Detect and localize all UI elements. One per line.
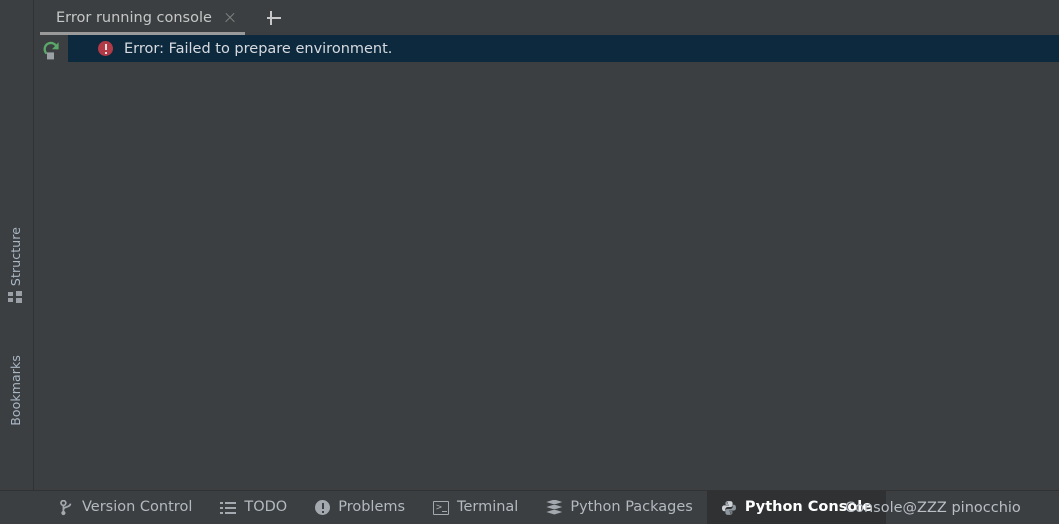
status-item-python-console-label: Python Console bbox=[744, 499, 873, 516]
left-tool-strip: Structure Bookmarks bbox=[0, 0, 34, 490]
console-output[interactable]: Error: Failed to prepare environment. bbox=[68, 35, 1059, 490]
python-icon bbox=[721, 500, 737, 516]
sidebar-item-bookmarks-label: Bookmarks bbox=[7, 355, 23, 426]
terminal-icon bbox=[433, 500, 450, 516]
todo-list-icon bbox=[220, 500, 237, 516]
status-item-todo-label: TODO bbox=[244, 499, 288, 516]
status-item-problems[interactable]: Problems bbox=[301, 491, 419, 524]
tab-label: Error running console bbox=[56, 9, 212, 26]
problems-icon bbox=[315, 500, 331, 515]
status-item-python-console[interactable]: Python Console bbox=[706, 491, 887, 524]
ide-window: Structure Bookmarks Error running consol… bbox=[0, 0, 1059, 524]
branch-icon bbox=[60, 499, 74, 516]
tab-error-running-console[interactable]: Error running console bbox=[34, 1, 245, 35]
rerun-icon[interactable] bbox=[40, 39, 62, 61]
sidebar-item-structure-label: Structure bbox=[7, 227, 23, 287]
status-item-version-control-label: Version Control bbox=[82, 499, 193, 516]
plus-icon[interactable] bbox=[263, 7, 285, 29]
status-item-terminal-label: Terminal bbox=[457, 499, 519, 516]
status-item-terminal[interactable]: Terminal bbox=[419, 491, 532, 524]
console-error-text: Error: Failed to prepare environment. bbox=[124, 40, 393, 57]
console-gutter bbox=[34, 35, 68, 490]
sidebar-item-structure[interactable]: Structure bbox=[0, 222, 32, 309]
status-item-python-packages[interactable]: Python Packages bbox=[532, 491, 707, 524]
error-icon bbox=[98, 41, 113, 56]
structure-icon bbox=[8, 291, 24, 307]
bookmark-icon bbox=[8, 431, 24, 447]
status-item-problems-label: Problems bbox=[338, 499, 406, 516]
ide-main-area: Structure Bookmarks Error running consol… bbox=[0, 0, 1059, 490]
close-icon[interactable] bbox=[223, 11, 237, 25]
console-body: Error: Failed to prepare environment. bbox=[34, 35, 1059, 490]
sidebar-item-bookmarks[interactable]: Bookmarks bbox=[0, 350, 32, 449]
status-bar: Version Control TODO Problems Terminal P… bbox=[0, 490, 1059, 524]
console-tab-strip: Error running console bbox=[34, 0, 1059, 35]
console-error-line[interactable]: Error: Failed to prepare environment. bbox=[68, 35, 1059, 62]
layers-icon bbox=[546, 499, 563, 516]
console-panel: Error running console Error: Failed to p… bbox=[34, 0, 1059, 490]
status-item-todo[interactable]: TODO bbox=[206, 491, 301, 524]
status-item-python-packages-label: Python Packages bbox=[570, 499, 693, 516]
status-bar-spacer bbox=[0, 491, 46, 524]
status-item-version-control[interactable]: Version Control bbox=[46, 491, 206, 524]
